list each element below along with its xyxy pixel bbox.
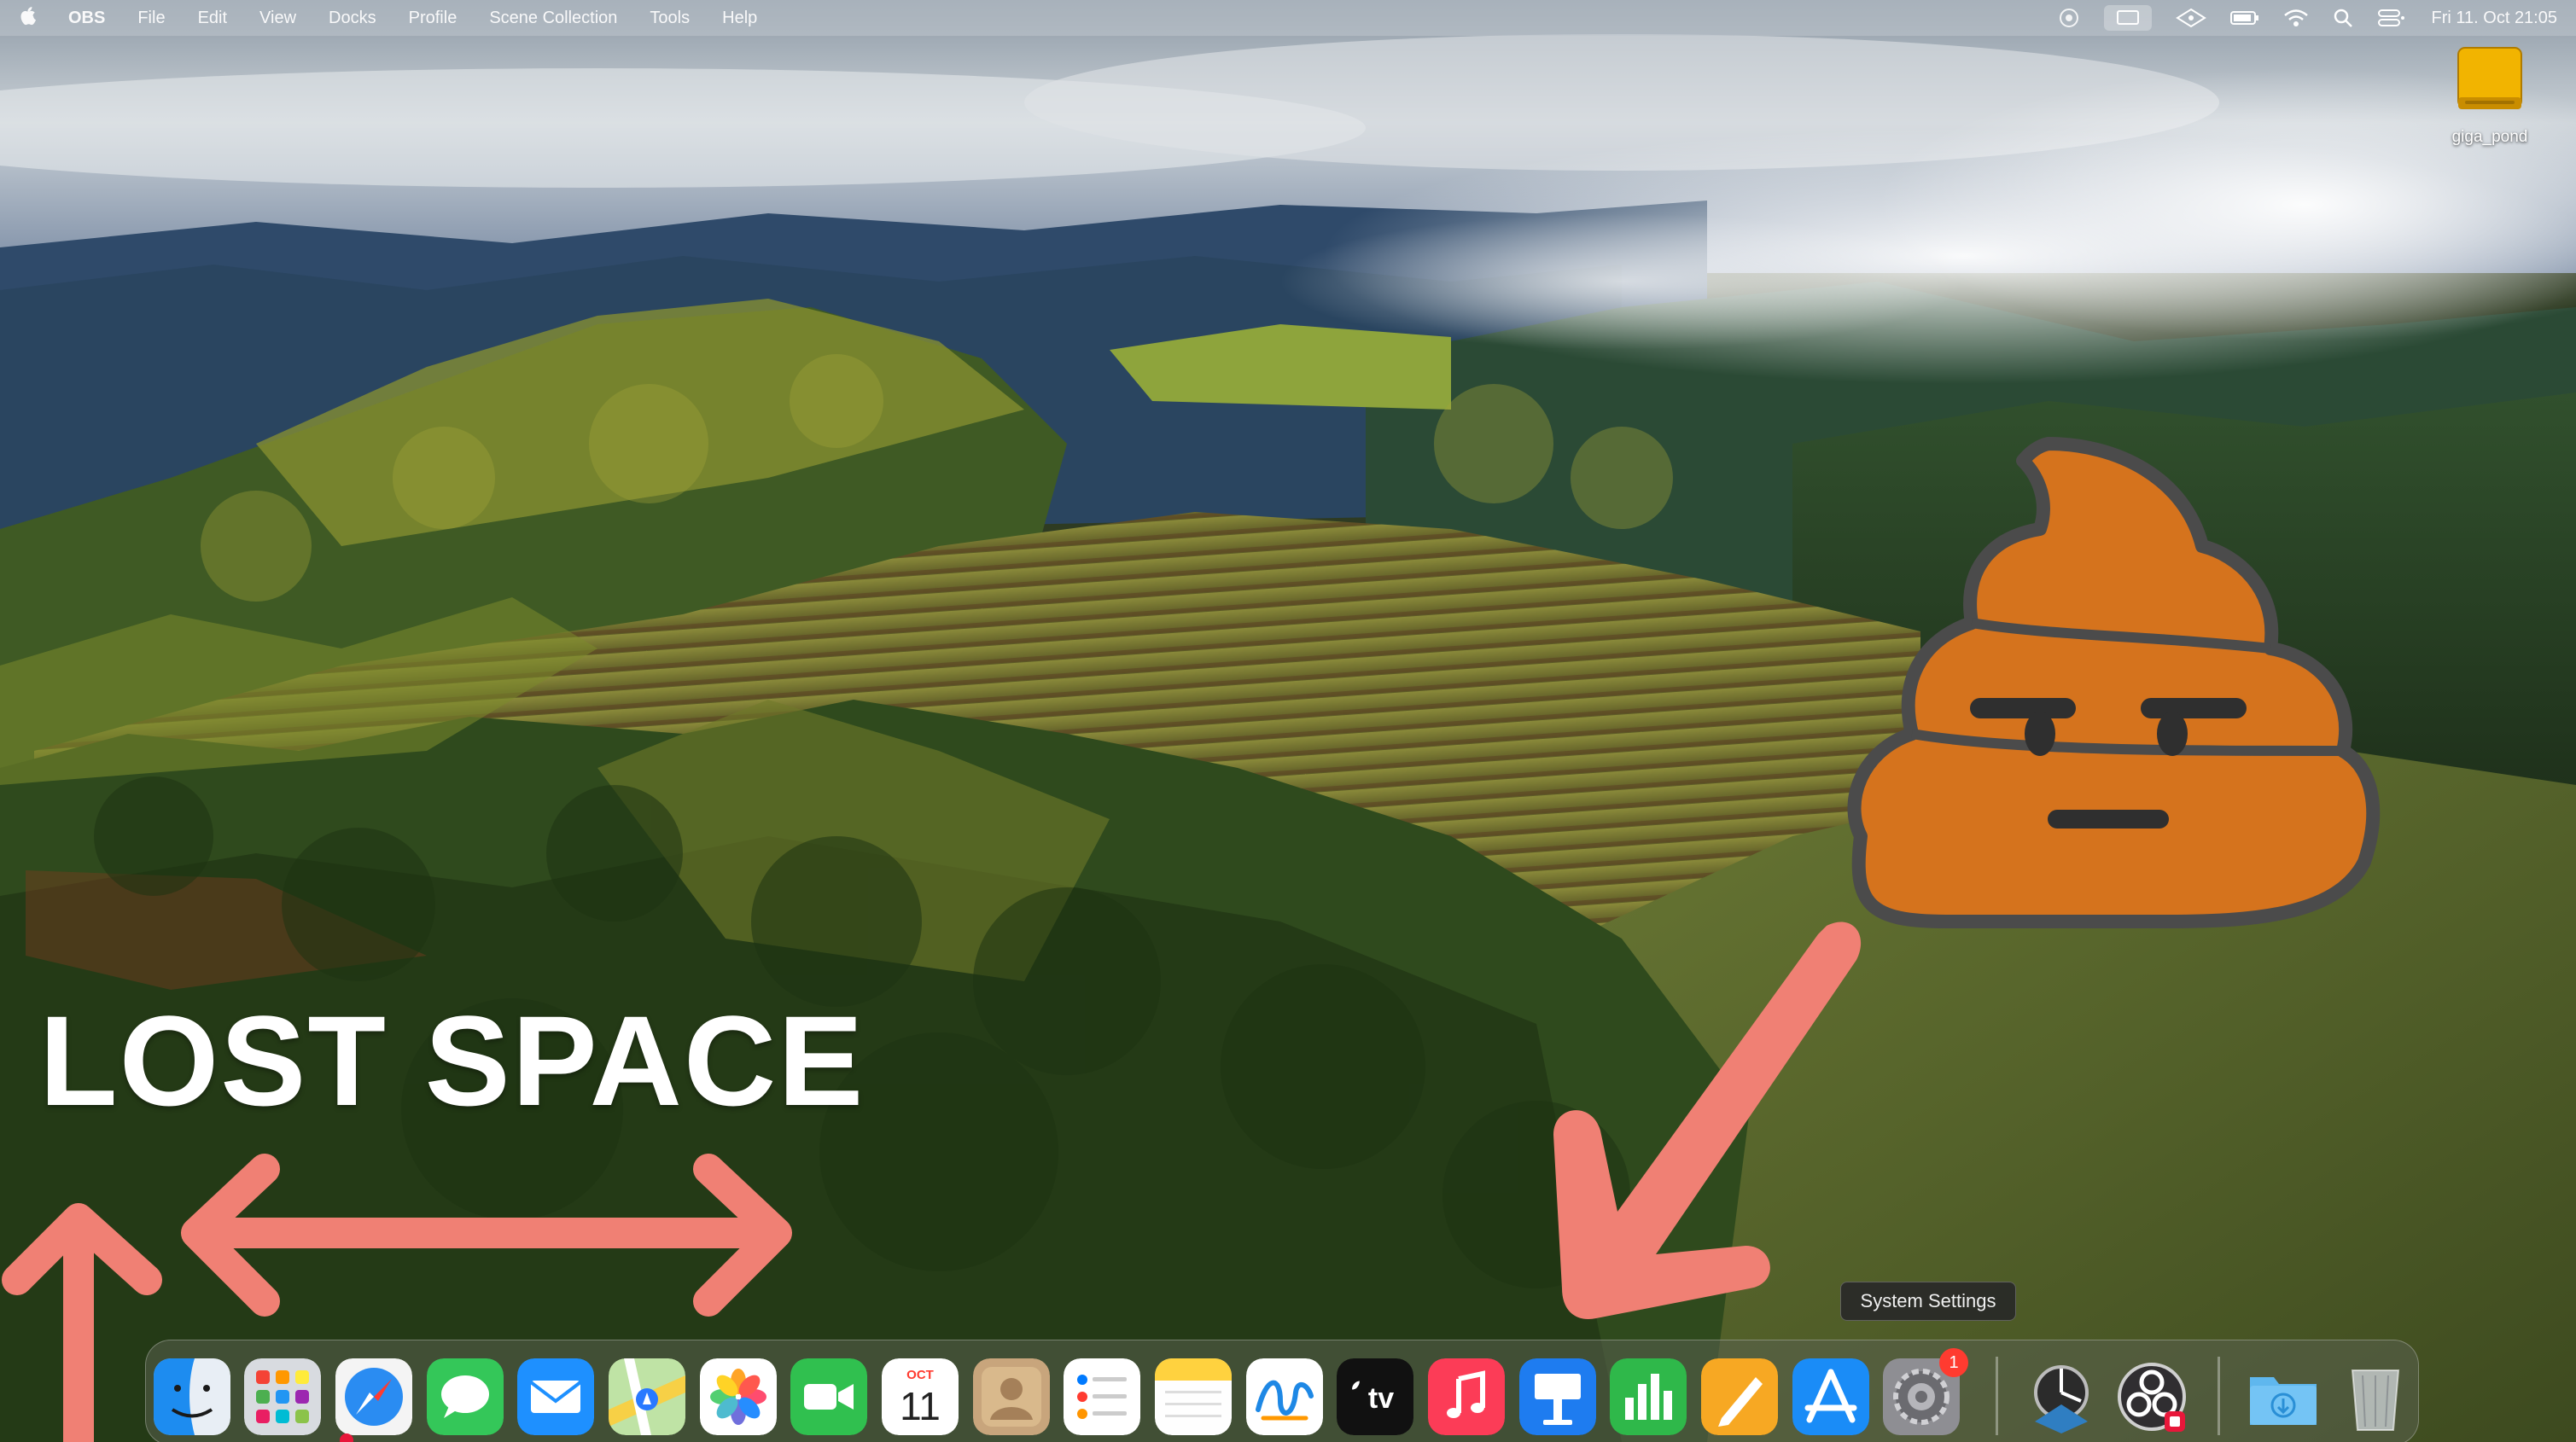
dock-trash[interactable] [2337, 1358, 2414, 1435]
calendar-month: OCT [906, 1368, 934, 1382]
dock-app-system-settings[interactable]: 1 [1883, 1348, 1968, 1435]
downloads-folder-icon [2250, 1377, 2317, 1425]
dock-app-facetime[interactable] [790, 1358, 867, 1435]
dock-app-music[interactable] [1428, 1358, 1505, 1435]
apple-tv-icon: tv [1337, 1358, 1413, 1435]
finder-icon [154, 1358, 230, 1435]
dock-app-network-radar[interactable] [2023, 1358, 2100, 1435]
apple-tv-label: tv [1368, 1382, 1394, 1415]
pages-icon [1701, 1358, 1778, 1435]
dock-app-messages[interactable] [427, 1358, 504, 1435]
calendar-day: 11 [900, 1384, 941, 1428]
dock-app-keynote[interactable] [1519, 1358, 1596, 1435]
dock-app-calendar[interactable]: OCT 11 [882, 1358, 959, 1435]
desktop-screen: OBS File Edit View Docks Profile Scene C… [0, 0, 2576, 1442]
mail-icon [517, 1358, 594, 1435]
dock-app-notes[interactable] [1155, 1358, 1232, 1435]
dock-app-launchpad[interactable] [244, 1358, 321, 1435]
launchpad-icon [244, 1358, 321, 1435]
photos-icon [700, 1358, 777, 1435]
music-icon [1428, 1358, 1505, 1435]
dock-separator [1996, 1357, 1998, 1435]
vertical-arrow-icon [2, 1203, 162, 1442]
contacts-icon [973, 1358, 1050, 1435]
dock-app-obs[interactable] [2113, 1358, 2190, 1435]
radar-icon [2034, 1365, 2089, 1433]
dock-app-safari[interactable] [335, 1358, 412, 1435]
obs-icon [2118, 1363, 2186, 1432]
dock-app-pages[interactable] [1701, 1358, 1778, 1435]
video-overlay-graphics [2, 437, 2381, 1442]
freeform-icon [1246, 1358, 1323, 1435]
dock-running-indicator [340, 1433, 353, 1442]
maps-icon [609, 1358, 685, 1435]
dock-app-finder[interactable] [154, 1358, 230, 1435]
dock-app-maps[interactable] [609, 1358, 685, 1435]
lost-space-headline: LOST SPACE [39, 989, 865, 1132]
dock-app-numbers[interactable] [1610, 1358, 1687, 1435]
dock-tooltip: System Settings [1840, 1282, 2016, 1321]
dock-app-app-store[interactable] [1792, 1358, 1869, 1435]
dock-downloads-folder[interactable] [2245, 1358, 2322, 1435]
calendar-icon: OCT 11 [882, 1358, 959, 1435]
badge-count: 1 [1949, 1352, 1959, 1372]
horizontal-double-arrow-icon [181, 1154, 792, 1317]
dock-app-reminders[interactable] [1064, 1358, 1140, 1435]
poop-emoji-icon [1847, 437, 2381, 928]
dock-app-mail[interactable] [517, 1358, 594, 1435]
reminders-icon [1064, 1358, 1140, 1435]
messages-icon [427, 1358, 504, 1435]
facetime-icon [790, 1358, 867, 1435]
diagonal-arrow-icon [1553, 922, 1862, 1319]
dock-separator [2218, 1357, 2220, 1435]
keynote-icon [1519, 1358, 1596, 1435]
dock-app-contacts[interactable] [973, 1358, 1050, 1435]
app-store-icon [1792, 1358, 1869, 1435]
trash-icon [2351, 1369, 2400, 1431]
dock-app-freeform[interactable] [1246, 1358, 1323, 1435]
numbers-icon [1610, 1358, 1687, 1435]
dock-app-tv[interactable]: tv [1337, 1358, 1413, 1435]
notes-icon [1155, 1358, 1232, 1435]
dock-app-photos[interactable] [700, 1358, 777, 1435]
safari-icon [335, 1358, 412, 1435]
notification-badge: 1 [1939, 1348, 1968, 1377]
